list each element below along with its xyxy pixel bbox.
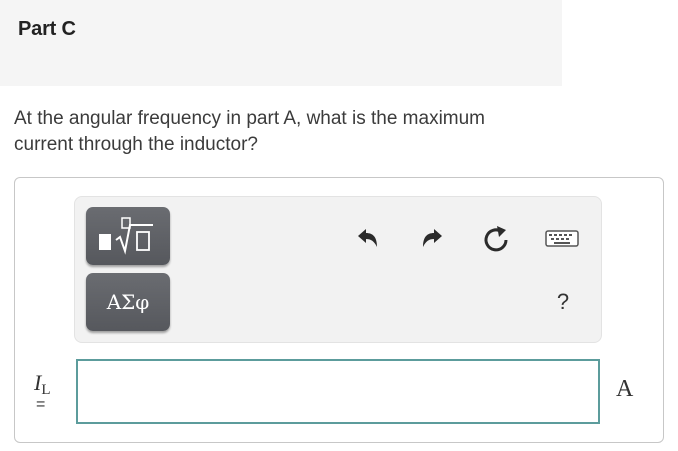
symbols-button[interactable]: ΑΣφ (86, 273, 170, 331)
part-header: Part C (0, 0, 562, 86)
reset-button[interactable] (479, 222, 513, 256)
help-button[interactable]: ? (550, 287, 576, 317)
keyboard-icon (545, 230, 579, 247)
equals-sign: = (36, 396, 46, 413)
symbols-label: ΑΣφ (106, 290, 150, 314)
variable-label: IL (34, 370, 51, 399)
undo-icon (358, 229, 377, 247)
reset-icon (484, 226, 508, 252)
templates-icon (99, 217, 153, 255)
unit-label: A (616, 376, 634, 402)
keyboard-button[interactable] (543, 225, 581, 253)
answer-input[interactable] (76, 359, 600, 424)
undo-button[interactable] (351, 222, 385, 256)
templates-button[interactable] (86, 207, 170, 265)
redo-icon (423, 229, 442, 247)
question-text: At the angular frequency in part A, what… (14, 108, 486, 155)
part-title: Part C (18, 18, 76, 40)
redo-button[interactable] (415, 222, 449, 256)
